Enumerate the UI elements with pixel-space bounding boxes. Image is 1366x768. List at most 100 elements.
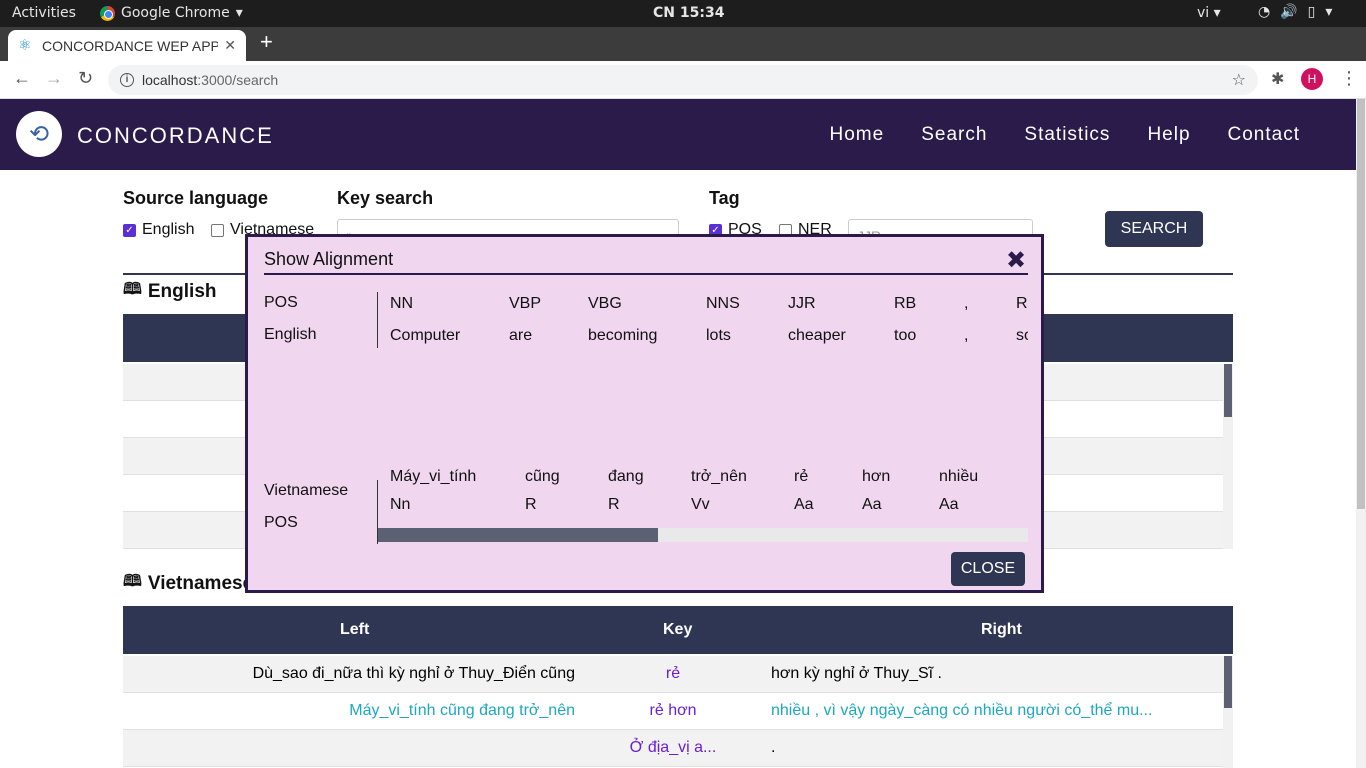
extensions-icon[interactable]: ✱	[1271, 69, 1284, 89]
caret-down-icon: ▾	[235, 5, 243, 21]
vietnamese-token: cũng	[525, 468, 560, 485]
modal-title: Show Alignment	[264, 249, 394, 269]
clock[interactable]: CN 15:34	[653, 5, 724, 21]
vietnamese-title-text: Vietnamese	[147, 572, 254, 594]
profile-avatar[interactable]: H	[1301, 68, 1323, 90]
cell-key: rẻ hơn	[649, 702, 697, 719]
brand-title[interactable]: CONCORDANCE	[77, 123, 274, 149]
check-icon: ✓	[123, 223, 136, 237]
table-row[interactable]: Máy_vi_tính cũng đang trở_nên rẻ hơn nhi…	[123, 693, 1223, 730]
cell-key: rẻ	[665, 665, 681, 682]
os-top-bar: Activities Google Chrome ▾ CN 15:34 vi ▾…	[0, 0, 1366, 27]
english-token: so	[1016, 327, 1028, 344]
nav-search[interactable]: Search	[921, 124, 987, 146]
app-header: ⟲ CONCORDANCE Home Search Statistics Hel…	[0, 99, 1356, 170]
vietnamese-section-title: 🕮 Vietnamese	[123, 570, 253, 597]
main-nav: Home Search Statistics Help Contact	[830, 124, 1300, 146]
vietnamese-pos-tag: Aa	[794, 496, 814, 513]
english-token: are	[509, 327, 533, 344]
table-row[interactable]: Dù_sao đi_nữa thì kỳ nghỉ ở Thuy_Điển cũ…	[123, 656, 1223, 693]
vietnamese-table-header: Left Key Right	[123, 606, 1233, 654]
modal-divider	[264, 273, 1028, 275]
translate-book-icon: 🕮	[123, 281, 142, 298]
search-button[interactable]: SEARCH	[1105, 211, 1203, 247]
app-menu[interactable]: Google Chrome ▾	[100, 5, 243, 21]
vietnamese-token: rẻ	[794, 468, 809, 485]
close-x-icon[interactable]: ✖	[1006, 246, 1026, 275]
volume-icon: 🔊	[1280, 4, 1298, 20]
english-pos-tag: NN	[390, 295, 414, 312]
input-language[interactable]: vi ▾	[1197, 5, 1221, 21]
english-pos-tag: ,	[964, 295, 969, 312]
logo-icon[interactable]: ⟲	[16, 111, 62, 157]
english-token: too	[894, 327, 917, 344]
cell-right: nhiều , vì vậy ngày_càng có nhiều người …	[771, 702, 1153, 719]
app-name: Google Chrome	[121, 5, 230, 21]
new-tab-button[interactable]: +	[260, 31, 273, 53]
react-icon: ⚛	[18, 36, 32, 54]
vietnamese-token: đang	[608, 468, 644, 485]
cell-right: hơn kỳ nghỉ ở Thuy_Sĩ .	[771, 665, 942, 682]
url-host: localhost	[142, 72, 198, 88]
label-vietnamese: Vietnamese	[264, 482, 349, 499]
header-right: Right	[981, 621, 1022, 638]
vietnamese-pos-tag: Nn	[390, 496, 411, 513]
close-button[interactable]: CLOSE	[951, 552, 1025, 586]
cell-right: .	[771, 739, 776, 756]
nav-statistics[interactable]: Statistics	[1024, 124, 1110, 146]
alignment-scrollbar-thumb[interactable]	[378, 528, 658, 542]
vietnamese-pos-tag: Aa	[862, 496, 882, 513]
vietnamese-pos-tag: Vv	[691, 496, 710, 513]
reload-icon[interactable]: ↻	[78, 68, 93, 89]
nav-help[interactable]: Help	[1147, 124, 1190, 146]
nav-home[interactable]: Home	[830, 124, 885, 146]
english-token: Computer	[390, 327, 461, 344]
forward-icon[interactable]: →	[45, 68, 63, 89]
page-scrollbar-thumb[interactable]	[1357, 99, 1365, 509]
english-pos-tag: JJR	[788, 295, 816, 312]
vietnamese-token: nhiều	[939, 468, 979, 485]
system-tray[interactable]: ◔ 🔊 ▯ ▾	[1258, 4, 1332, 20]
english-option-label: English	[142, 221, 195, 238]
vietnamese-pos-tag: R	[608, 496, 620, 513]
english-table-scrollbar[interactable]	[1223, 364, 1233, 549]
battery-icon: ▯	[1307, 4, 1316, 20]
info-icon[interactable]: i	[120, 73, 134, 87]
address-bar[interactable]: i localhost:3000/search ☆	[108, 65, 1258, 95]
alignment-scrollbar[interactable]	[378, 528, 1028, 542]
source-language-label: Source language	[123, 188, 269, 208]
label-english: English	[264, 326, 317, 343]
tab-title: CONCORDANCE WEP APP	[42, 37, 219, 54]
browser-tab[interactable]: ⚛ CONCORDANCE WEP APP ✕	[8, 30, 246, 61]
cell-left: Dù_sao đi_nữa thì kỳ nghỉ ở Thuy_Điển cũ…	[252, 665, 575, 682]
back-icon[interactable]: ←	[13, 68, 31, 89]
label-pos-top: POS	[264, 294, 298, 311]
english-checkbox[interactable]: ✓ English	[123, 221, 194, 239]
english-pos-tag: VBG	[588, 295, 622, 312]
chrome-icon	[100, 5, 115, 21]
header-key: Key	[663, 621, 693, 638]
english-token: cheaper	[788, 327, 846, 344]
page-scrollbar[interactable]	[1356, 99, 1366, 768]
key-search-label: Key search	[337, 188, 434, 208]
close-tab-icon[interactable]: ✕	[224, 37, 236, 54]
vietnamese-token: hơn	[862, 468, 891, 485]
scrollbar-thumb[interactable]	[1224, 656, 1232, 708]
vietnamese-table-scrollbar[interactable]	[1223, 656, 1233, 768]
nav-contact[interactable]: Contact	[1228, 124, 1300, 146]
browser-toolbar: ← → ↻ i localhost:3000/search ☆	[0, 61, 1366, 99]
activities-button[interactable]: Activities	[12, 5, 76, 21]
chrome-menu-icon[interactable]: ⋮	[1340, 68, 1358, 89]
input-language-label: vi	[1197, 5, 1210, 21]
translate-book-icon: 🕮	[123, 573, 142, 590]
english-pos-tag: NNS	[706, 295, 740, 312]
english-pos-tag: RB	[894, 295, 917, 312]
vietnamese-pos-tag: R	[525, 496, 537, 513]
url-path: :3000/search	[197, 72, 279, 88]
table-row[interactable]: Ở địa_vị a... .	[123, 730, 1223, 767]
bookmark-star-icon[interactable]: ☆	[1232, 70, 1246, 90]
english-pos-tag: R	[1016, 295, 1028, 312]
scrollbar-thumb[interactable]	[1224, 364, 1232, 417]
english-token: ,	[964, 327, 969, 344]
caret-down-icon: ▾	[1325, 4, 1333, 20]
